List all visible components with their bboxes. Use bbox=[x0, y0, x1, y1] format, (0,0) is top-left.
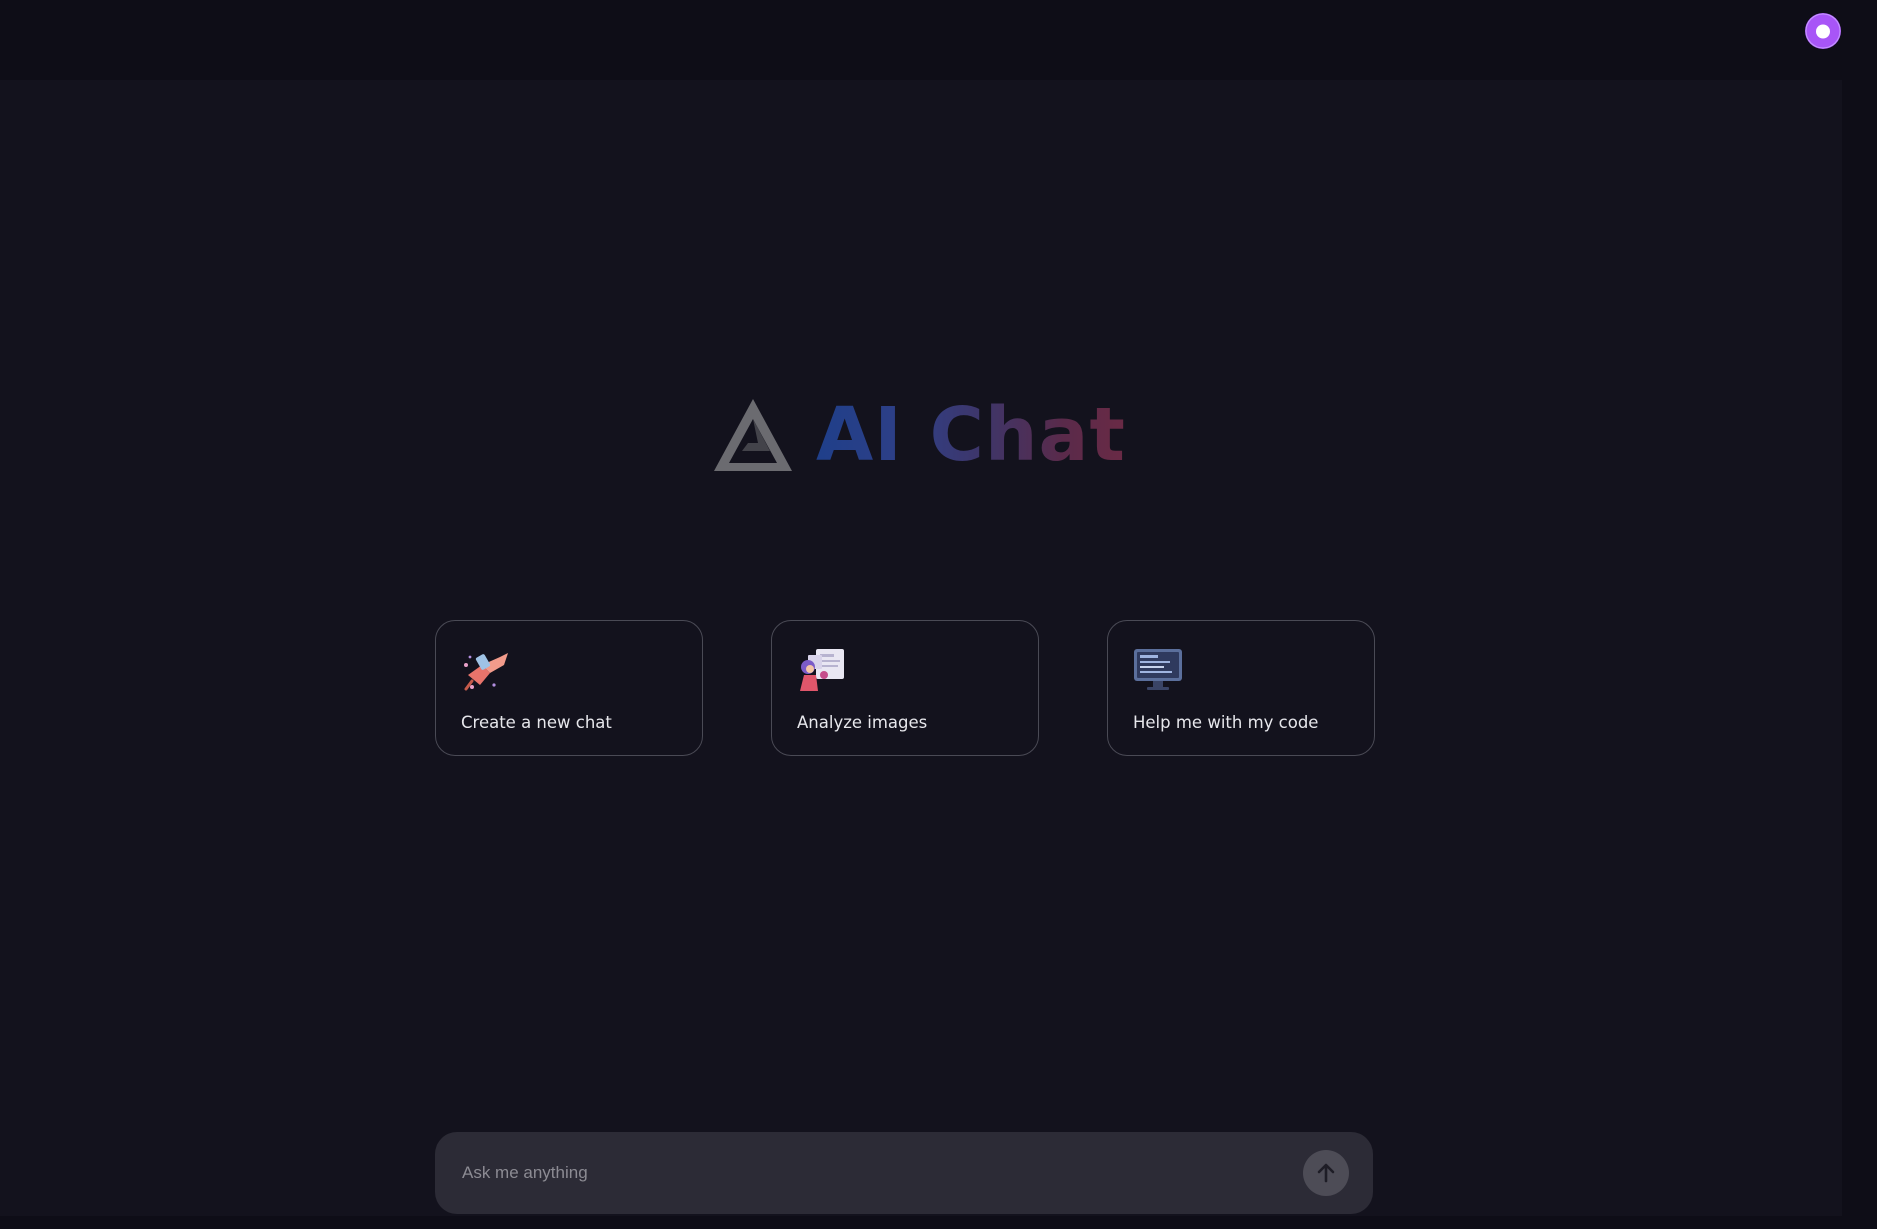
app-title: AI Chat bbox=[816, 392, 1126, 478]
card-label: Help me with my code bbox=[1133, 713, 1319, 732]
suggestion-cards: Create a new chat Analyze images Help me… bbox=[435, 620, 1375, 756]
user-avatar-button[interactable] bbox=[1805, 13, 1841, 49]
card-help-with-code[interactable]: Help me with my code bbox=[1107, 620, 1375, 756]
send-button[interactable] bbox=[1303, 1150, 1349, 1196]
card-label: Create a new chat bbox=[461, 713, 612, 732]
user-avatar-icon bbox=[1805, 13, 1841, 49]
code-monitor-illustration-icon bbox=[1134, 649, 1182, 690]
card-create-new-chat[interactable]: Create a new chat bbox=[435, 620, 703, 756]
arrow-up-icon bbox=[1317, 1163, 1335, 1183]
top-bar bbox=[0, 0, 1877, 80]
triangle-logo-icon bbox=[714, 399, 792, 471]
card-label: Analyze images bbox=[797, 713, 928, 732]
message-composer bbox=[435, 1132, 1373, 1214]
message-input[interactable] bbox=[460, 1162, 1303, 1184]
brand-header: AI Chat bbox=[712, 385, 1126, 485]
image-analysis-illustration-icon bbox=[800, 649, 844, 691]
card-analyze-images[interactable]: Analyze images bbox=[771, 620, 1039, 756]
rocket-illustration-icon bbox=[464, 653, 508, 691]
